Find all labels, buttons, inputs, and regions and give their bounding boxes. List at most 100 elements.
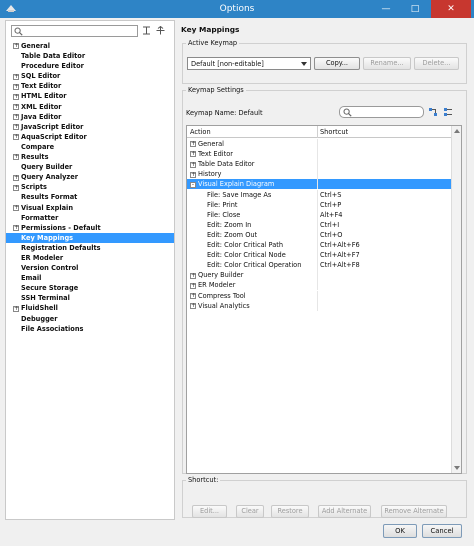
nav-tree-item[interactable]: Results Format bbox=[6, 192, 174, 202]
expand-node-icon[interactable]: + bbox=[190, 282, 196, 289]
table-row[interactable]: + Compress Tool bbox=[187, 290, 452, 301]
keymap-select[interactable]: Default [non-editable] bbox=[187, 57, 311, 70]
expand-tree-icon[interactable] bbox=[142, 26, 151, 35]
expand-toggle-icon[interactable]: + bbox=[13, 225, 19, 232]
collapse-tree-icon[interactable] bbox=[156, 26, 165, 35]
table-row[interactable]: Edit: Color Critical Path Ctrl+Alt+F6 bbox=[187, 240, 452, 251]
expand-node-icon[interactable]: + bbox=[190, 272, 196, 279]
nav-tree-item[interactable]: Formatter bbox=[6, 213, 174, 223]
nav-tree-item[interactable]: + General bbox=[6, 41, 174, 51]
nav-tree-item[interactable]: + Text Editor bbox=[6, 81, 174, 91]
nav-tree-item[interactable]: Email bbox=[6, 273, 174, 283]
delete-keymap-button[interactable]: Delete... bbox=[414, 57, 459, 70]
vertical-scrollbar[interactable] bbox=[451, 126, 461, 473]
expand-toggle-icon[interactable]: + bbox=[13, 204, 19, 211]
action-search-box[interactable] bbox=[339, 106, 424, 118]
collapse-all-icon[interactable] bbox=[443, 107, 453, 117]
expand-node-icon[interactable]: + bbox=[190, 302, 196, 309]
table-row[interactable]: File: Save Image As Ctrl+S bbox=[187, 189, 452, 200]
table-row[interactable]: + History bbox=[187, 169, 452, 180]
restore-shortcut-button[interactable]: Restore bbox=[271, 505, 309, 518]
nav-search-input[interactable] bbox=[24, 26, 134, 36]
nav-tree-item[interactable]: + Visual Explain bbox=[6, 203, 174, 213]
table-row[interactable]: + Table Data Editor bbox=[187, 159, 452, 170]
expand-toggle-icon[interactable]: + bbox=[13, 114, 19, 121]
nav-tree-item[interactable]: + SQL Editor bbox=[6, 71, 174, 81]
expand-toggle-icon[interactable]: + bbox=[13, 103, 19, 110]
nav-tree-item[interactable]: File Associations bbox=[6, 324, 174, 334]
expand-toggle-icon[interactable]: + bbox=[13, 124, 19, 131]
nav-tree-item[interactable]: Procedure Editor bbox=[6, 61, 174, 71]
expand-node-icon[interactable]: + bbox=[190, 292, 196, 299]
edit-shortcut-button[interactable]: Edit... bbox=[192, 505, 227, 518]
nav-tree-item[interactable]: + Scripts bbox=[6, 182, 174, 192]
action-cell: Visual Explain Diagram bbox=[198, 180, 275, 189]
expand-toggle-icon[interactable]: + bbox=[13, 184, 19, 191]
expand-all-icon[interactable] bbox=[428, 107, 438, 117]
nav-tree-item[interactable]: + HTML Editor bbox=[6, 91, 174, 101]
nav-tree-item[interactable]: SSH Terminal bbox=[6, 293, 174, 303]
shortcut-cell: Ctrl+S bbox=[320, 190, 342, 199]
table-row[interactable]: Edit: Zoom Out Ctrl+O bbox=[187, 229, 452, 240]
expand-node-icon[interactable]: + bbox=[190, 161, 196, 168]
scroll-down-icon[interactable] bbox=[454, 466, 460, 470]
nav-tree-item[interactable]: Version Control bbox=[6, 263, 174, 273]
expand-toggle-icon[interactable]: + bbox=[13, 154, 19, 161]
nav-tree-item[interactable]: + Results bbox=[6, 152, 174, 162]
clear-shortcut-button[interactable]: Clear bbox=[236, 505, 264, 518]
expand-toggle-icon[interactable]: + bbox=[13, 305, 19, 312]
nav-tree-item[interactable]: + Permissions - Default bbox=[6, 223, 174, 233]
minimize-button[interactable]: — bbox=[373, 0, 399, 18]
nav-tree-item[interactable]: Table Data Editor bbox=[6, 51, 174, 61]
action-search-input[interactable] bbox=[354, 107, 422, 117]
copy-keymap-button[interactable]: Copy... bbox=[314, 57, 360, 70]
nav-tree-item[interactable]: Secure Storage bbox=[6, 283, 174, 293]
expand-node-icon[interactable]: + bbox=[190, 171, 196, 178]
shortcut-cell: Ctrl+Alt+F8 bbox=[320, 261, 360, 270]
expand-node-icon[interactable]: + bbox=[190, 141, 196, 148]
table-row[interactable]: File: Print Ctrl+P bbox=[187, 199, 452, 210]
ok-button[interactable]: OK bbox=[383, 524, 417, 538]
table-row[interactable]: + General bbox=[187, 139, 452, 150]
expand-toggle-icon[interactable]: + bbox=[13, 134, 19, 141]
table-row[interactable]: File: Close Alt+F4 bbox=[187, 209, 452, 220]
table-row[interactable]: Edit: Color Critical Node Ctrl+Alt+F7 bbox=[187, 250, 452, 261]
nav-tree-item[interactable]: + Query Analyzer bbox=[6, 172, 174, 182]
nav-tree-item[interactable]: Query Builder bbox=[6, 162, 174, 172]
nav-search-box[interactable] bbox=[11, 25, 138, 37]
table-row[interactable]: + Text Editor bbox=[187, 149, 452, 160]
nav-tree-item[interactable]: + XML Editor bbox=[6, 102, 174, 112]
remove-alternate-button[interactable]: Remove Alternate bbox=[381, 505, 447, 518]
nav-tree-item[interactable]: + Java Editor bbox=[6, 112, 174, 122]
table-row[interactable]: Edit: Zoom In Ctrl+I bbox=[187, 219, 452, 230]
scroll-up-icon[interactable] bbox=[454, 129, 460, 133]
table-row[interactable]: - Visual Explain Diagram bbox=[187, 179, 452, 190]
expand-toggle-icon[interactable]: + bbox=[13, 73, 19, 80]
nav-tree-item[interactable]: + AquaScript Editor bbox=[6, 132, 174, 142]
collapse-node-icon[interactable]: - bbox=[190, 181, 196, 188]
expand-toggle-icon[interactable]: + bbox=[13, 93, 19, 100]
table-row[interactable]: + Query Builder bbox=[187, 270, 452, 281]
expand-toggle-icon[interactable]: + bbox=[13, 83, 19, 90]
close-button[interactable]: ✕ bbox=[431, 0, 471, 18]
table-row[interactable]: + Visual Analytics bbox=[187, 300, 452, 311]
nav-tree-item[interactable]: ER Modeler bbox=[6, 253, 174, 263]
cancel-button[interactable]: Cancel bbox=[422, 524, 462, 538]
column-header-action[interactable]: Action bbox=[190, 128, 211, 136]
maximize-button[interactable]: □ bbox=[402, 0, 428, 18]
expand-toggle-icon[interactable]: + bbox=[13, 43, 19, 50]
expand-node-icon[interactable]: + bbox=[190, 151, 196, 158]
add-alternate-button[interactable]: Add Alternate bbox=[318, 505, 371, 518]
column-header-shortcut[interactable]: Shortcut bbox=[320, 128, 348, 136]
nav-tree-item-label: Query Analyzer bbox=[21, 173, 78, 182]
nav-tree-item[interactable]: Debugger bbox=[6, 314, 174, 324]
nav-tree-item[interactable]: + FluidShell bbox=[6, 303, 174, 313]
nav-tree-item[interactable]: Key Mappings bbox=[6, 232, 174, 243]
nav-tree-item[interactable]: Compare bbox=[6, 142, 174, 152]
expand-toggle-icon[interactable]: + bbox=[13, 174, 19, 181]
nav-tree-item[interactable]: Registration Defaults bbox=[6, 243, 174, 253]
nav-tree-item[interactable]: + JavaScript Editor bbox=[6, 122, 174, 132]
table-row[interactable]: + ER Modeler bbox=[187, 280, 452, 291]
rename-keymap-button[interactable]: Rename... bbox=[363, 57, 411, 70]
table-row[interactable]: Edit: Color Critical Operation Ctrl+Alt+F… bbox=[187, 260, 452, 271]
